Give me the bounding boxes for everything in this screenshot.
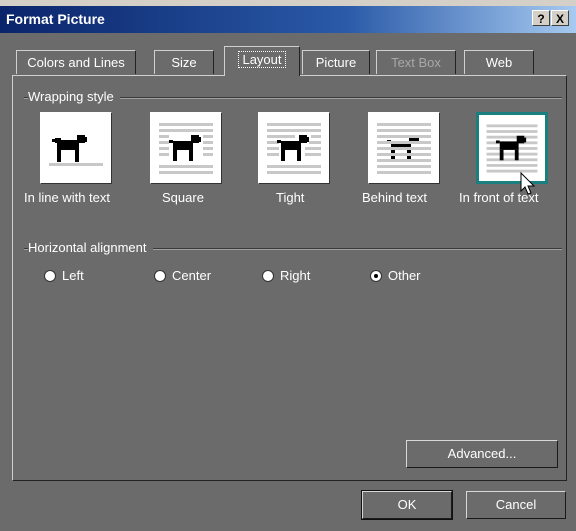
wrap-option-square[interactable]: Square [148, 112, 224, 205]
wrap-square-icon[interactable] [150, 112, 222, 184]
wrap-inline-label: In line with text [24, 190, 110, 205]
window-title: Format Picture [6, 11, 105, 27]
tab-layout[interactable]: Layout [224, 46, 300, 76]
radio-right[interactable]: Right [262, 268, 310, 283]
radio-center[interactable]: Center [154, 268, 211, 283]
wrap-tight-label: Tight [276, 190, 305, 205]
tab-colors-and-lines[interactable]: Colors and Lines [16, 50, 136, 74]
tab-size[interactable]: Size [154, 50, 214, 74]
tab-web[interactable]: Web [464, 50, 534, 74]
radio-right-indicator[interactable] [262, 269, 274, 282]
close-button[interactable]: X [551, 10, 569, 26]
title-bar[interactable]: Format Picture ? X [0, 6, 576, 33]
radio-right-label: Right [280, 268, 311, 283]
radio-center-label: Center [172, 268, 212, 283]
wrap-behind-label: Behind text [362, 190, 428, 205]
wrap-inline-icon[interactable] [40, 112, 112, 184]
tab-picture[interactable]: Picture [302, 50, 370, 74]
wrap-tight-icon[interactable] [258, 112, 330, 184]
wrap-option-front[interactable]: In front of text [459, 112, 550, 205]
wrap-option-tight[interactable]: Tight [256, 112, 332, 205]
format-picture-dialog: Format Picture ? X Colors and Lines Size… [0, 0, 576, 531]
wrap-square-label: Square [162, 190, 204, 205]
ok-button[interactable]: OK [361, 490, 453, 520]
advanced-button[interactable]: Advanced... [406, 440, 558, 468]
alignment-heading: Horizontal alignment [28, 240, 153, 255]
mouse-pointer-icon [520, 172, 536, 195]
cancel-button[interactable]: Cancel [466, 491, 566, 519]
radio-other[interactable]: Other [370, 268, 421, 283]
help-button[interactable]: ? [532, 10, 550, 26]
wrap-option-inline[interactable]: In line with text [24, 112, 114, 205]
wrapping-heading: Wrapping style [28, 89, 120, 104]
radio-left[interactable]: Left [44, 268, 84, 283]
wrap-behind-icon[interactable] [368, 112, 440, 184]
tab-layout-label: Layout [238, 51, 286, 68]
radio-other-label: Other [388, 268, 421, 283]
radio-left-indicator[interactable] [44, 269, 56, 282]
wrap-option-behind[interactable]: Behind text [362, 112, 442, 205]
radio-other-indicator[interactable] [370, 269, 382, 282]
radio-center-indicator[interactable] [154, 269, 166, 282]
tab-text-box: Text Box [376, 50, 456, 74]
radio-left-label: Left [62, 268, 84, 283]
